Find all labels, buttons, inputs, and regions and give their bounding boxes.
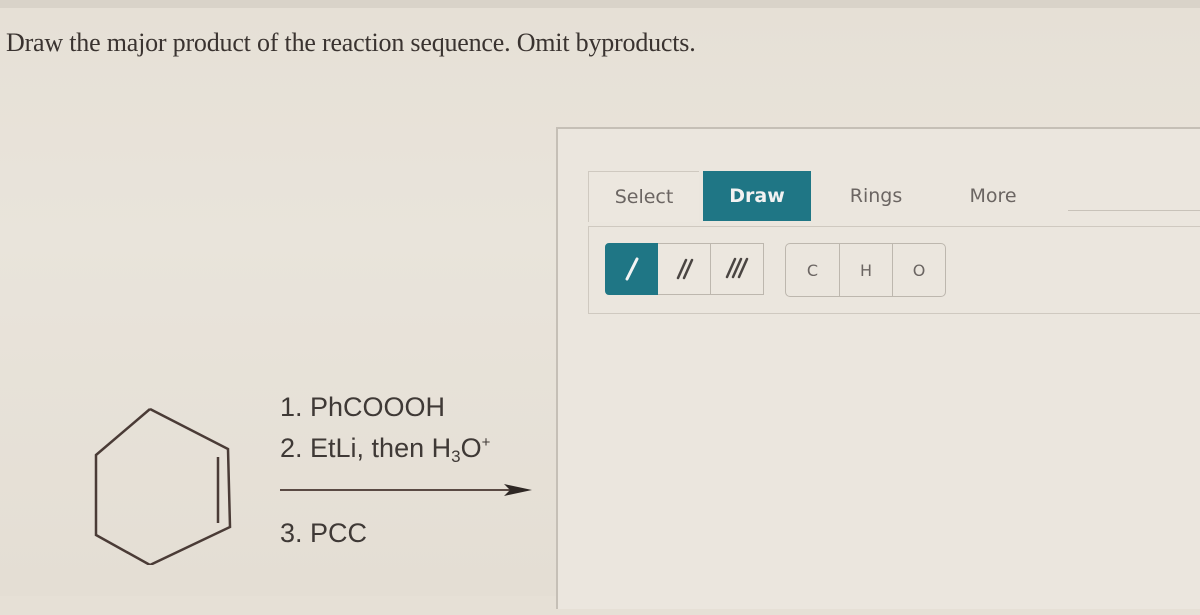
triple-bond-icon xyxy=(725,257,749,279)
drawing-editor: Select Draw Rings More C H O xyxy=(556,127,1200,609)
step2-charge: + xyxy=(481,434,491,451)
reagent-step-2: 2. EtLi, then H3O+ xyxy=(280,433,490,467)
cyclohexene-structure xyxy=(94,407,232,565)
tab-more[interactable]: More xyxy=(938,171,1048,221)
tab-draw[interactable]: Draw xyxy=(703,171,811,221)
drawing-canvas[interactable] xyxy=(588,315,1200,615)
reagent-step-3: 3. PCC xyxy=(280,518,368,548)
atom-oxygen-button[interactable]: O xyxy=(892,244,945,296)
tab-rings[interactable]: Rings xyxy=(826,171,926,221)
atom-carbon-button[interactable]: C xyxy=(786,244,839,296)
draw-toolbar: C H O xyxy=(588,226,1200,314)
double-bond-icon xyxy=(676,258,694,280)
question-prompt: Draw the major product of the reaction s… xyxy=(6,28,696,57)
reaction-arrow xyxy=(280,484,532,496)
editor-tabs: Select Draw Rings More xyxy=(588,171,1200,226)
single-bond-button[interactable] xyxy=(605,243,658,295)
ring-bonds xyxy=(94,407,232,565)
tabs-divider xyxy=(1068,210,1200,211)
step2-text: 2. EtLi, then H xyxy=(280,433,452,463)
single-bond-icon xyxy=(625,257,638,281)
atom-tool-group: C H O xyxy=(785,243,946,297)
tab-select[interactable]: Select xyxy=(588,171,699,222)
bond-tool-group xyxy=(605,243,764,295)
step2-subscript: 3 xyxy=(451,447,461,466)
triple-bond-button[interactable] xyxy=(711,243,764,295)
double-bond-button[interactable] xyxy=(658,243,711,295)
atom-hydrogen-button[interactable]: H xyxy=(839,244,892,296)
step2-oxygen: O xyxy=(460,433,482,463)
top-strip xyxy=(0,0,1200,8)
reagent-step-1: 1. PhCOOOH xyxy=(280,392,446,422)
